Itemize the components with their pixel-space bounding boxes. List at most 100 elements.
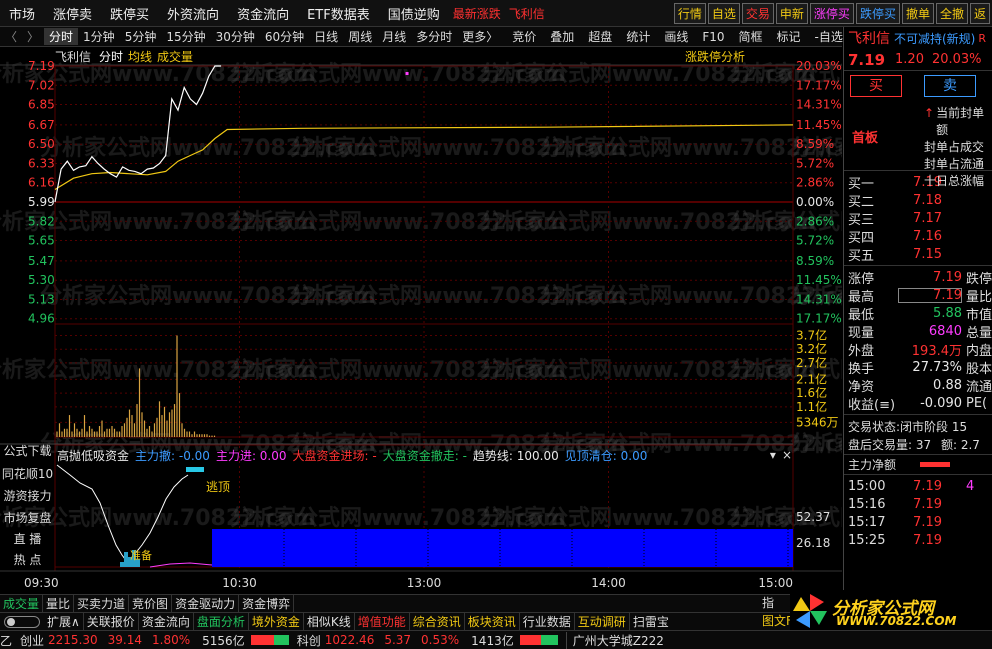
- stat-label2: PE(: [966, 395, 988, 411]
- stat-value: 7.19: [933, 269, 962, 285]
- y-tick-right: 11.45%: [796, 118, 842, 132]
- tool-stats[interactable]: 统计: [621, 28, 655, 45]
- alert-stock[interactable]: 飞利信: [505, 5, 549, 22]
- menu-item-limit-up-sell[interactable]: 涨停卖: [44, 4, 101, 23]
- tool-auction[interactable]: 竞价: [507, 28, 541, 45]
- after-hours-label: 盘后交易量:: [848, 438, 913, 452]
- tab-foreign-capital[interactable]: 境外资金: [249, 613, 304, 630]
- y-tick-left: 4.96: [28, 312, 55, 326]
- side-hotspot[interactable]: 热 点: [0, 551, 55, 568]
- tab-capital-game[interactable]: 资金博弈: [239, 595, 295, 612]
- tab-30min[interactable]: 30分钟: [211, 28, 260, 45]
- quick-button-7[interactable]: 全撤: [935, 2, 968, 24]
- trade-state-value: 闭市阶段: [900, 420, 949, 434]
- menu-item-limit-down-buy[interactable]: 跌停买: [101, 4, 158, 23]
- quick-button-5[interactable]: 跌停买: [855, 2, 900, 24]
- tab-industry-data[interactable]: 行业数据: [520, 613, 575, 630]
- side-ths10[interactable]: 同花顺10: [0, 465, 55, 482]
- tab-volume[interactable]: 成交量: [0, 595, 44, 612]
- tab-similar-kline[interactable]: 相似K线: [304, 613, 355, 630]
- scroll-right-icon[interactable]: 〉: [22, 28, 44, 45]
- tick-list: 15:00 7.19 4 15:16 7.19 15:17 7.19 15:25 7.19: [844, 475, 992, 549]
- tab-mine-sweep[interactable]: 扫雷宝: [630, 613, 672, 630]
- bid-row[interactable]: 买四 7.16: [848, 227, 992, 246]
- menu-item-etf[interactable]: ETF数据表: [298, 4, 379, 23]
- bid-price: 7.15: [913, 246, 942, 262]
- tab-value-added[interactable]: 增值功能: [355, 613, 410, 630]
- tab-index[interactable]: 指: [762, 594, 774, 611]
- tab-monthly[interactable]: 月线: [377, 28, 411, 45]
- indicator-menu-icon[interactable]: ▾: [770, 448, 776, 462]
- tab-15min[interactable]: 15分钟: [161, 28, 210, 45]
- function-tabs: 扩展∧ 关联报价 资金流向 盘面分析 境外资金 相似K线 增值功能 综合资讯 板…: [0, 612, 842, 630]
- tool-f10[interactable]: F10: [697, 30, 729, 44]
- quick-button-4[interactable]: 涨停买: [809, 2, 854, 24]
- index-name-star[interactable]: 科创: [297, 632, 321, 649]
- news-ticker[interactable]: 广州大学城Z222: [565, 631, 664, 649]
- indicator-close-icon[interactable]: ×: [782, 448, 792, 462]
- buy-button[interactable]: 买: [850, 75, 902, 97]
- tab-capital-drive[interactable]: 资金驱动力: [172, 595, 240, 612]
- index-name-chinext[interactable]: 创业: [20, 632, 44, 649]
- menu-item-market[interactable]: 市场: [0, 4, 44, 23]
- quote-panel: 飞利信 不可减持(新规) R 7.19 1.20 20.03% 买 卖 首板 ↑…: [843, 27, 992, 594]
- tab-fund-flow[interactable]: 资金流向: [139, 613, 194, 630]
- stat-row: 换手 27.73% 股本: [848, 358, 992, 377]
- logo-url: WWW.70822.COM: [836, 614, 957, 628]
- tool-mark[interactable]: 标记: [772, 28, 806, 45]
- quick-button-8[interactable]: 返: [969, 2, 990, 24]
- tool-super[interactable]: 超盘: [583, 28, 617, 45]
- tab-more[interactable]: 更多〉: [457, 28, 503, 45]
- tab-volume-ratio[interactable]: 量比: [43, 595, 75, 612]
- quick-button-1[interactable]: 自选: [707, 2, 740, 24]
- menu-item-capital-flow[interactable]: 资金流向: [228, 4, 298, 23]
- menu-item-foreign-flow[interactable]: 外资流向: [158, 4, 228, 23]
- scroll-left-icon[interactable]: 〈: [0, 28, 22, 45]
- quick-button-3[interactable]: 申新: [775, 2, 808, 24]
- y-tick-left: 5.82: [28, 214, 55, 228]
- side-live[interactable]: 直 播: [0, 530, 55, 547]
- tab-1min[interactable]: 1分钟: [78, 28, 120, 45]
- tick-price: 7.19: [913, 532, 942, 548]
- tab-daily[interactable]: 日线: [309, 28, 343, 45]
- tab-auction-chart[interactable]: 竞价图: [129, 595, 173, 612]
- tab-expand[interactable]: 扩展∧: [44, 613, 84, 630]
- stat-label: 外盘: [848, 343, 875, 359]
- side-review[interactable]: 市场复盘: [0, 509, 55, 526]
- intraday-chart[interactable]: 分析家公式网www.70822.com分析家公式网www.70822.com分析…: [0, 47, 842, 594]
- tab-related-quote[interactable]: 关联报价: [84, 613, 139, 630]
- tab-intraday[interactable]: 分时: [44, 28, 79, 45]
- side-relay[interactable]: 游资接力: [0, 487, 55, 504]
- board-label: 首板: [852, 131, 879, 146]
- bid-row[interactable]: 买二 7.18: [848, 191, 992, 210]
- tab-buy-sell-force[interactable]: 买卖力道: [74, 595, 130, 612]
- tab-market-analysis[interactable]: 盘面分析: [194, 613, 249, 630]
- tool-overlay[interactable]: 叠加: [545, 28, 579, 45]
- tool-simple-frame[interactable]: 简框: [734, 28, 768, 45]
- tab-sector-news[interactable]: 板块资讯: [465, 613, 520, 630]
- alert-latest-change[interactable]: 最新涨跌: [449, 5, 505, 22]
- tab-interaction[interactable]: 互动调研: [575, 613, 630, 630]
- tab-multi-intraday[interactable]: 多分时: [411, 28, 457, 45]
- tool-draw[interactable]: 画线: [659, 28, 693, 45]
- tab-weekly[interactable]: 周线: [343, 28, 377, 45]
- stat-row: 最高 7.19 量比: [848, 286, 992, 305]
- indicator-y-tick: 26.18: [796, 536, 830, 550]
- menu-item-repo[interactable]: 国债逆购: [379, 4, 449, 23]
- side-formula-download[interactable]: 公式下载: [0, 442, 55, 459]
- quick-button-6[interactable]: 撤单: [901, 2, 934, 24]
- bid-row[interactable]: 买五 7.15: [848, 245, 992, 264]
- tab-5min[interactable]: 5分钟: [120, 28, 162, 45]
- quick-button-2[interactable]: 交易: [741, 2, 774, 24]
- bid-row[interactable]: 买三 7.17: [848, 209, 992, 228]
- quote-pct: 20.03%: [931, 52, 982, 67]
- sell-button[interactable]: 卖: [924, 75, 976, 97]
- top-menu-bar: 市场 涨停卖 跌停买 外资流向 资金流向 ETF数据表 国债逆购 最新涨跌 飞利…: [0, 0, 992, 27]
- quick-button-0[interactable]: 行情: [673, 2, 706, 24]
- tab-news[interactable]: 综合资讯: [410, 613, 465, 630]
- net-flow-row[interactable]: 主力净额: [844, 455, 992, 475]
- tab-60min[interactable]: 60分钟: [260, 28, 309, 45]
- stat-label2: 市值: [966, 307, 992, 323]
- bid-label: 买四: [848, 230, 875, 246]
- expand-toggle[interactable]: [4, 615, 40, 628]
